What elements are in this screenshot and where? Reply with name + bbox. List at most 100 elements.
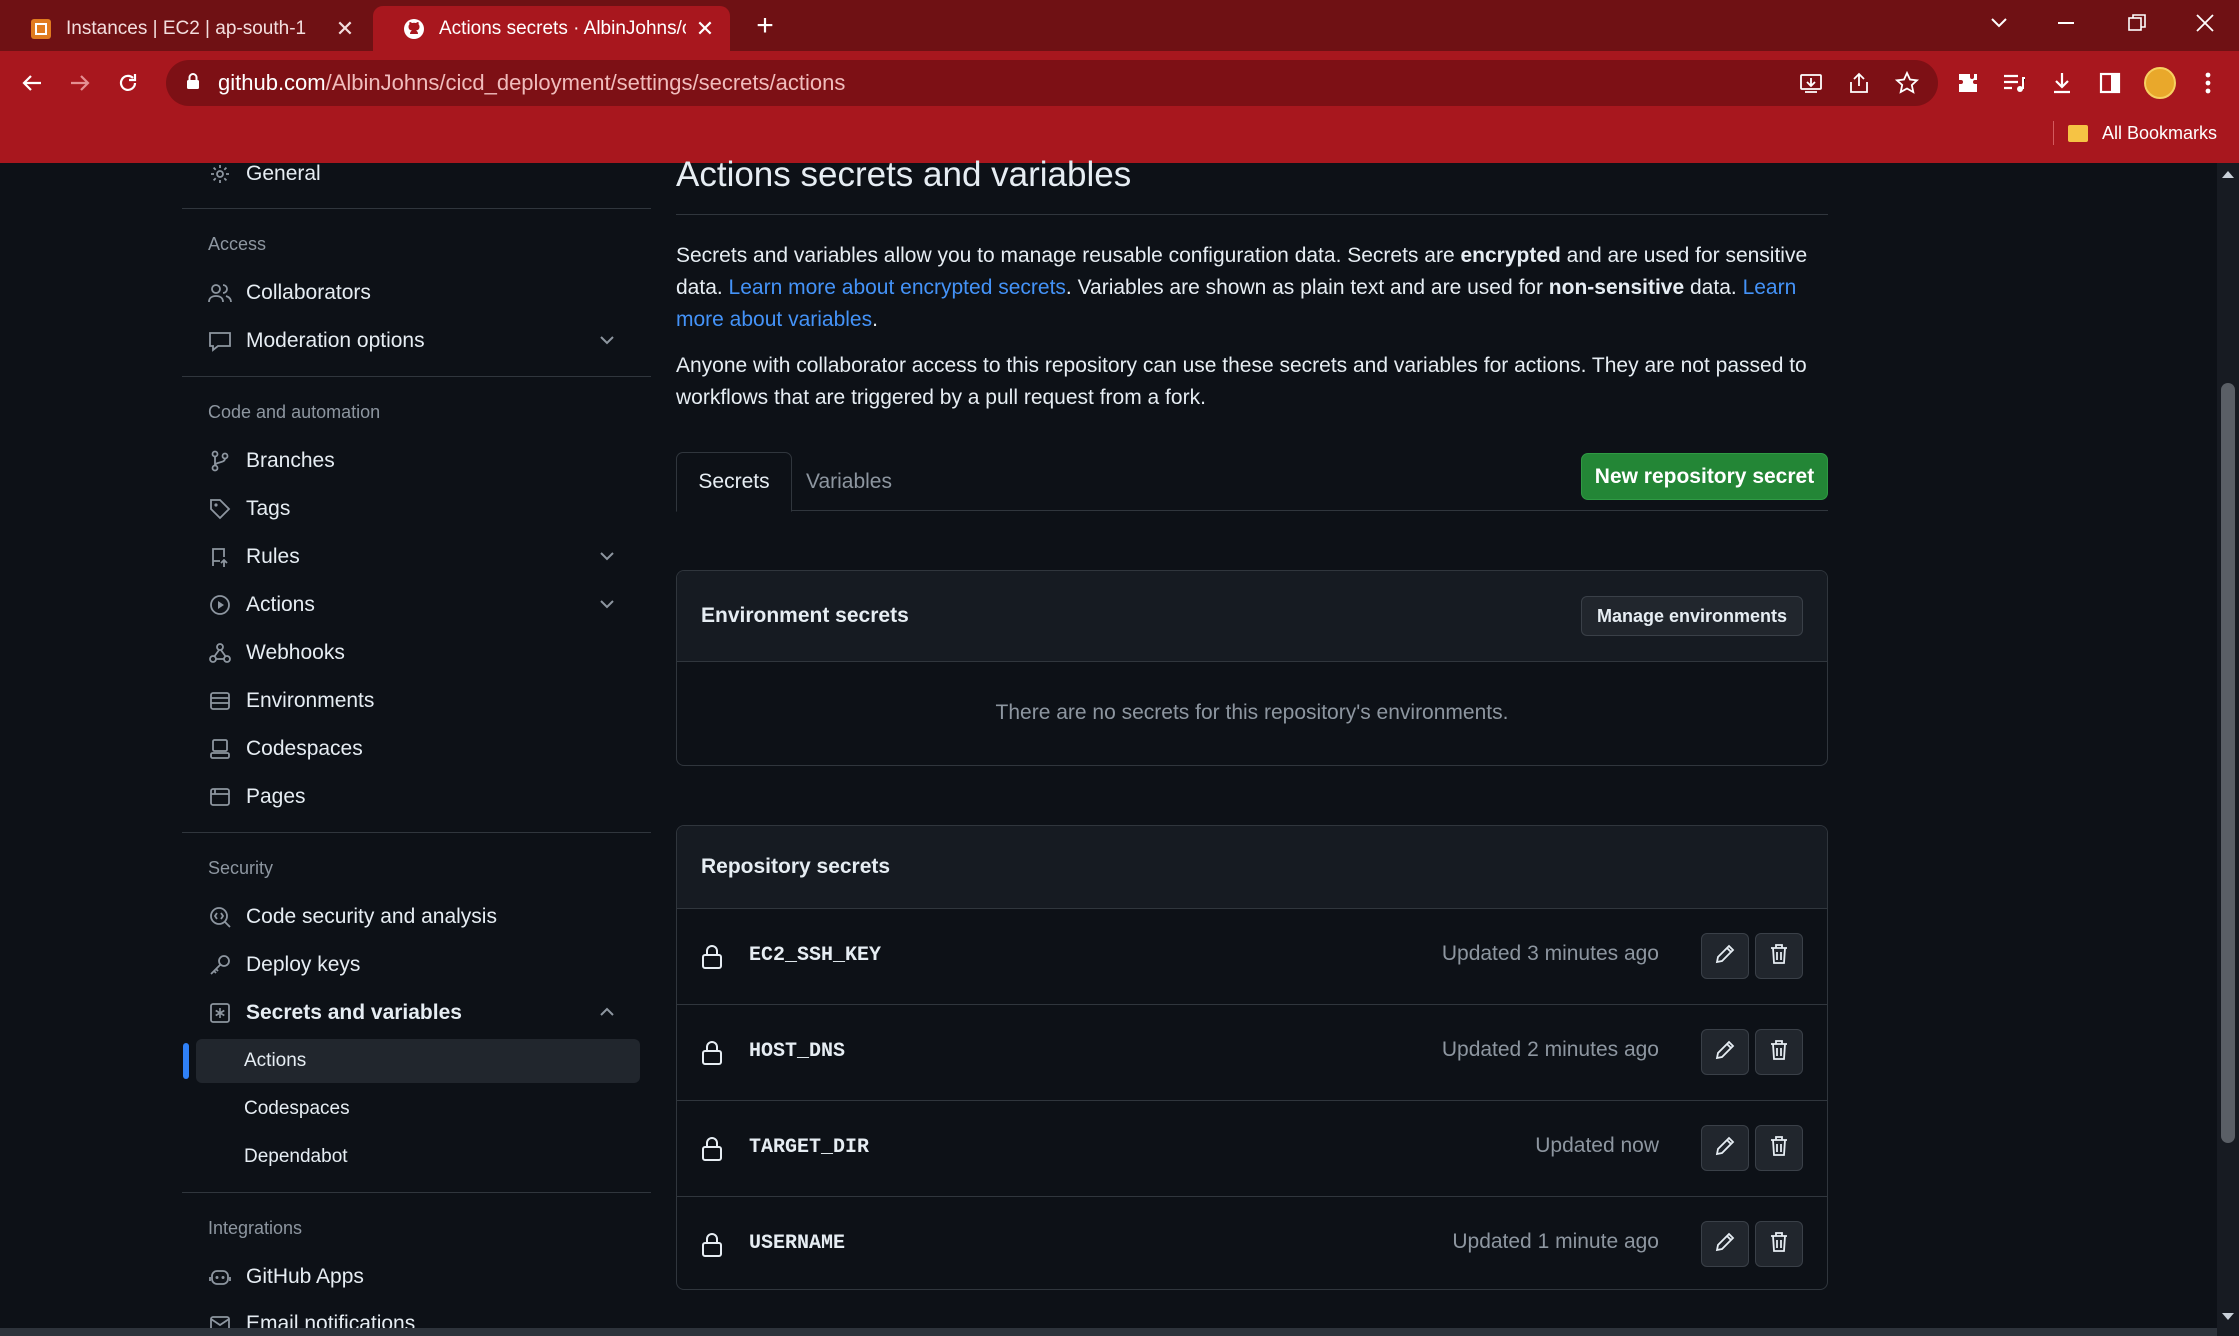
sidebar-item-email-notifications[interactable]: Email notifications [182, 1300, 642, 1328]
delete-secret-button[interactable] [1755, 933, 1803, 979]
sidebar-item-deploy-keys[interactable]: Deploy keys [182, 942, 642, 988]
intro-paragraph: Secrets and variables allow you to manag… [676, 240, 1828, 336]
sidebar-subitem-codespaces[interactable]: Codespaces [196, 1087, 640, 1131]
restore-icon[interactable] [2104, 0, 2170, 45]
side-panel-icon[interactable] [2092, 65, 2128, 101]
environment-secrets-header: Environment secrets Manage environments [677, 571, 1827, 662]
scrollbar-thumb[interactable] [2221, 383, 2235, 1143]
page-title: Actions secrets and variables [676, 155, 1132, 194]
sidebar-item-label: Webhooks [246, 641, 345, 664]
sidebar-item-general[interactable]: General [182, 151, 642, 197]
sidebar-item-secrets-and-variables[interactable]: Secrets and variables [182, 990, 642, 1036]
secret-name: TARGET_DIR [749, 1136, 870, 1159]
url-text: github.com/AlbinJohns/cicd_deployment/se… [218, 70, 845, 96]
share-icon[interactable] [1844, 68, 1874, 98]
sidebar-item-tags[interactable]: Tags [182, 486, 642, 532]
new-tab-button[interactable]: + [748, 9, 782, 43]
chevron-down-icon[interactable] [598, 547, 616, 571]
repository-secrets-header: Repository secrets [677, 826, 1827, 908]
close-tab-icon[interactable]: ✕ [334, 16, 356, 42]
sidebar-item-github-apps[interactable]: GitHub Apps [182, 1254, 642, 1300]
github-favicon-icon [403, 18, 425, 40]
page-scrollbar[interactable] [2217, 163, 2239, 1336]
sidebar-item-webhooks[interactable]: Webhooks [182, 630, 642, 676]
tab-search-icon[interactable] [1966, 0, 2032, 45]
manage-environments-button[interactable]: Manage environments [1581, 596, 1803, 636]
browser-tab-github[interactable]: Actions secrets · AlbinJohns/cicd_deploy… [373, 6, 730, 51]
edit-secret-button[interactable] [1701, 1221, 1749, 1267]
close-window-icon[interactable] [2172, 0, 2238, 45]
delete-secret-button[interactable] [1755, 1221, 1803, 1267]
chevron-up-icon[interactable] [598, 1003, 616, 1027]
sidebar-item-actions[interactable]: Actions [182, 582, 642, 628]
sidebar-item-environments[interactable]: Environments [182, 678, 642, 724]
repository-secrets-box: Repository secrets EC2_SSH_KEY Updated 3… [676, 825, 1828, 1290]
close-tab-icon[interactable]: ✕ [694, 16, 716, 42]
reload-icon[interactable] [110, 65, 146, 101]
lock-icon[interactable] [186, 72, 200, 95]
branch-icon [208, 449, 232, 473]
address-bar[interactable]: github.com/AlbinJohns/cicd_deployment/se… [166, 60, 1938, 106]
minimize-icon[interactable] [2033, 0, 2099, 45]
sidebar-item-codespaces[interactable]: Codespaces [182, 726, 642, 772]
codescan-icon [208, 905, 232, 929]
sidebar-item-label: General [246, 162, 321, 185]
sidebar-item-branches[interactable]: Branches [182, 438, 642, 484]
edit-secret-button[interactable] [1701, 1029, 1749, 1075]
intro-text: . Variables are shown as plain text and … [1065, 276, 1549, 299]
tab-secrets[interactable]: Secrets [676, 452, 792, 512]
forward-icon[interactable] [62, 65, 98, 101]
browser-menu-icon[interactable] [2190, 65, 2226, 101]
sidebar-item-code-security[interactable]: Code security and analysis [182, 894, 642, 940]
sidebar-item-rules[interactable]: Rules [182, 534, 642, 580]
new-repository-secret-button[interactable]: New repository secret [1581, 453, 1828, 500]
tab-variables[interactable]: Variables [792, 452, 906, 512]
profile-avatar[interactable] [2144, 67, 2176, 99]
all-bookmarks-button[interactable]: All Bookmarks [2052, 121, 2217, 145]
sidebar-item-label: Rules [246, 545, 300, 568]
sidebar-item-label: Branches [246, 449, 335, 472]
sidebar-item-label: Secrets and variables [246, 1001, 462, 1024]
downloads-icon[interactable] [2044, 65, 2080, 101]
chevron-down-icon[interactable] [598, 595, 616, 619]
extensions-icon[interactable] [1950, 65, 1986, 101]
chevron-down-icon[interactable] [598, 331, 616, 355]
sidebar-heading-access: Access [208, 234, 267, 254]
bookmarks-separator [2052, 121, 2054, 145]
repository-secrets-title: Repository secrets [701, 855, 891, 878]
edit-secret-button[interactable] [1701, 1125, 1749, 1171]
scroll-down-icon[interactable] [2222, 1313, 2234, 1320]
url-path: /AlbinJohns/cicd_deployment/settings/sec… [325, 70, 846, 95]
tag-icon [208, 497, 232, 521]
edit-secret-button[interactable] [1701, 933, 1749, 979]
bookmark-star-icon[interactable] [1892, 68, 1922, 98]
collaborator-note: Anyone with collaborator access to this … [676, 354, 1807, 409]
install-app-icon[interactable] [1796, 68, 1826, 98]
play-circle-icon [208, 593, 232, 617]
webhook-icon [208, 641, 232, 665]
active-indicator [183, 1043, 189, 1079]
sidebar-item-label: Collaborators [246, 281, 371, 304]
sidebar-subitem-dependabot[interactable]: Dependabot [196, 1135, 640, 1179]
sidebar-item-label: Tags [246, 497, 291, 520]
sidebar-item-pages[interactable]: Pages [182, 774, 642, 820]
delete-secret-button[interactable] [1755, 1029, 1803, 1075]
back-icon[interactable] [14, 65, 50, 101]
sidebar-subitem-actions[interactable]: Actions [196, 1039, 640, 1083]
sidebar-item-moderation[interactable]: Moderation options [182, 318, 642, 364]
tab-title: Actions secrets · AlbinJohns/cicd_deploy… [439, 17, 686, 39]
learn-more-secrets-link[interactable]: Learn more about encrypted secrets [729, 276, 1066, 299]
sidebar-item-collaborators[interactable]: Collaborators [182, 270, 642, 316]
app-icon [208, 1265, 232, 1289]
browser-tab-ec2[interactable]: Instances | EC2 | ap-south-1 ✕ [0, 6, 370, 51]
intro-bold-encrypted: encrypted [1460, 244, 1561, 267]
media-queue-icon[interactable] [1996, 65, 2032, 101]
tab-title: Instances | EC2 | ap-south-1 [66, 17, 307, 39]
intro-text: . [872, 308, 878, 331]
sidebar-item-label: Environments [246, 689, 375, 712]
sidebar-item-label: Codespaces [246, 737, 363, 760]
scroll-up-icon[interactable] [2222, 171, 2234, 178]
delete-secret-button[interactable] [1755, 1125, 1803, 1171]
comment-report-icon [208, 329, 232, 353]
browser-icon [208, 785, 232, 809]
